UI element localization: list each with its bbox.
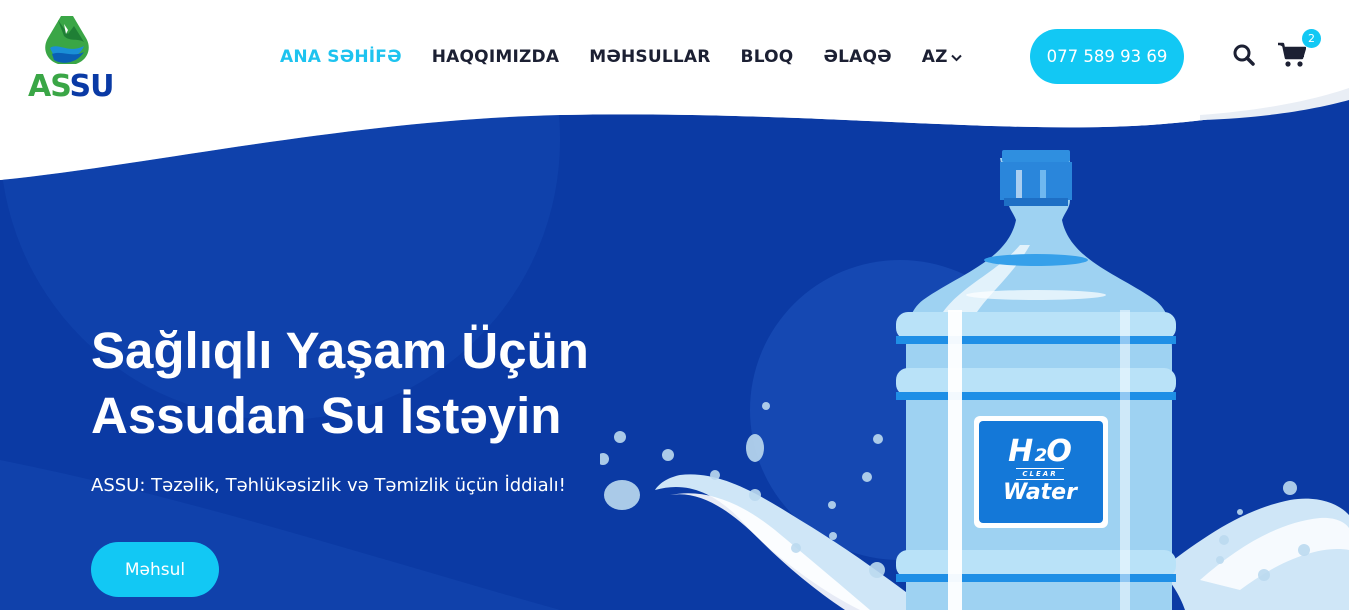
bottle-label-clear: CLEAR — [1016, 468, 1064, 480]
site-header: ASSU ANA SƏHİFƏ HAQQIMIZDA MƏHSULLAR BLO… — [0, 0, 1349, 115]
water-bottle-illustration — [600, 150, 1349, 610]
chevron-down-icon — [950, 54, 962, 62]
bottle-label-water: Water — [1003, 480, 1077, 505]
site-logo[interactable]: ASSU — [28, 14, 124, 102]
bottle-label: H₂O CLEAR Water — [978, 420, 1102, 522]
nav-item-blog[interactable]: BLOQ — [741, 46, 794, 68]
cart-icon[interactable] — [1278, 42, 1306, 68]
bottle-label-h2o: H₂O — [1008, 434, 1072, 469]
language-selector[interactable]: AZ — [922, 46, 962, 68]
nav-item-products[interactable]: MƏHSULLAR — [589, 46, 710, 68]
logo-text: ASSU — [28, 69, 114, 104]
logo-mountain-icon — [45, 16, 89, 64]
nav-item-home[interactable]: ANA SƏHİFƏ — [280, 46, 402, 68]
nav-item-contact[interactable]: ƏLAQƏ — [823, 46, 891, 68]
hero-subtitle: ASSU: Təzəlik, Təhlükəsizlik və Təmizlik… — [91, 475, 566, 496]
search-icon[interactable] — [1233, 44, 1255, 66]
products-cta-button[interactable]: Məhsul — [91, 542, 219, 597]
language-label: AZ — [921, 47, 948, 67]
cart-count-badge: 2 — [1302, 29, 1321, 48]
nav-item-about[interactable]: HAQQIMIZDA — [432, 46, 559, 68]
hero-title: Sağlıqlı Yaşam Üçün Assudan Su İstəyin — [91, 318, 651, 448]
main-nav: ANA SƏHİFƏ HAQQIMIZDA MƏHSULLAR BLOQ ƏLA… — [280, 46, 992, 68]
hero-title-line-1: Sağlıqlı Yaşam Üçün — [91, 322, 589, 379]
phone-button[interactable]: 077 589 93 69 — [1030, 29, 1184, 84]
hero-title-line-2: Assudan Su İstəyin — [91, 387, 562, 444]
